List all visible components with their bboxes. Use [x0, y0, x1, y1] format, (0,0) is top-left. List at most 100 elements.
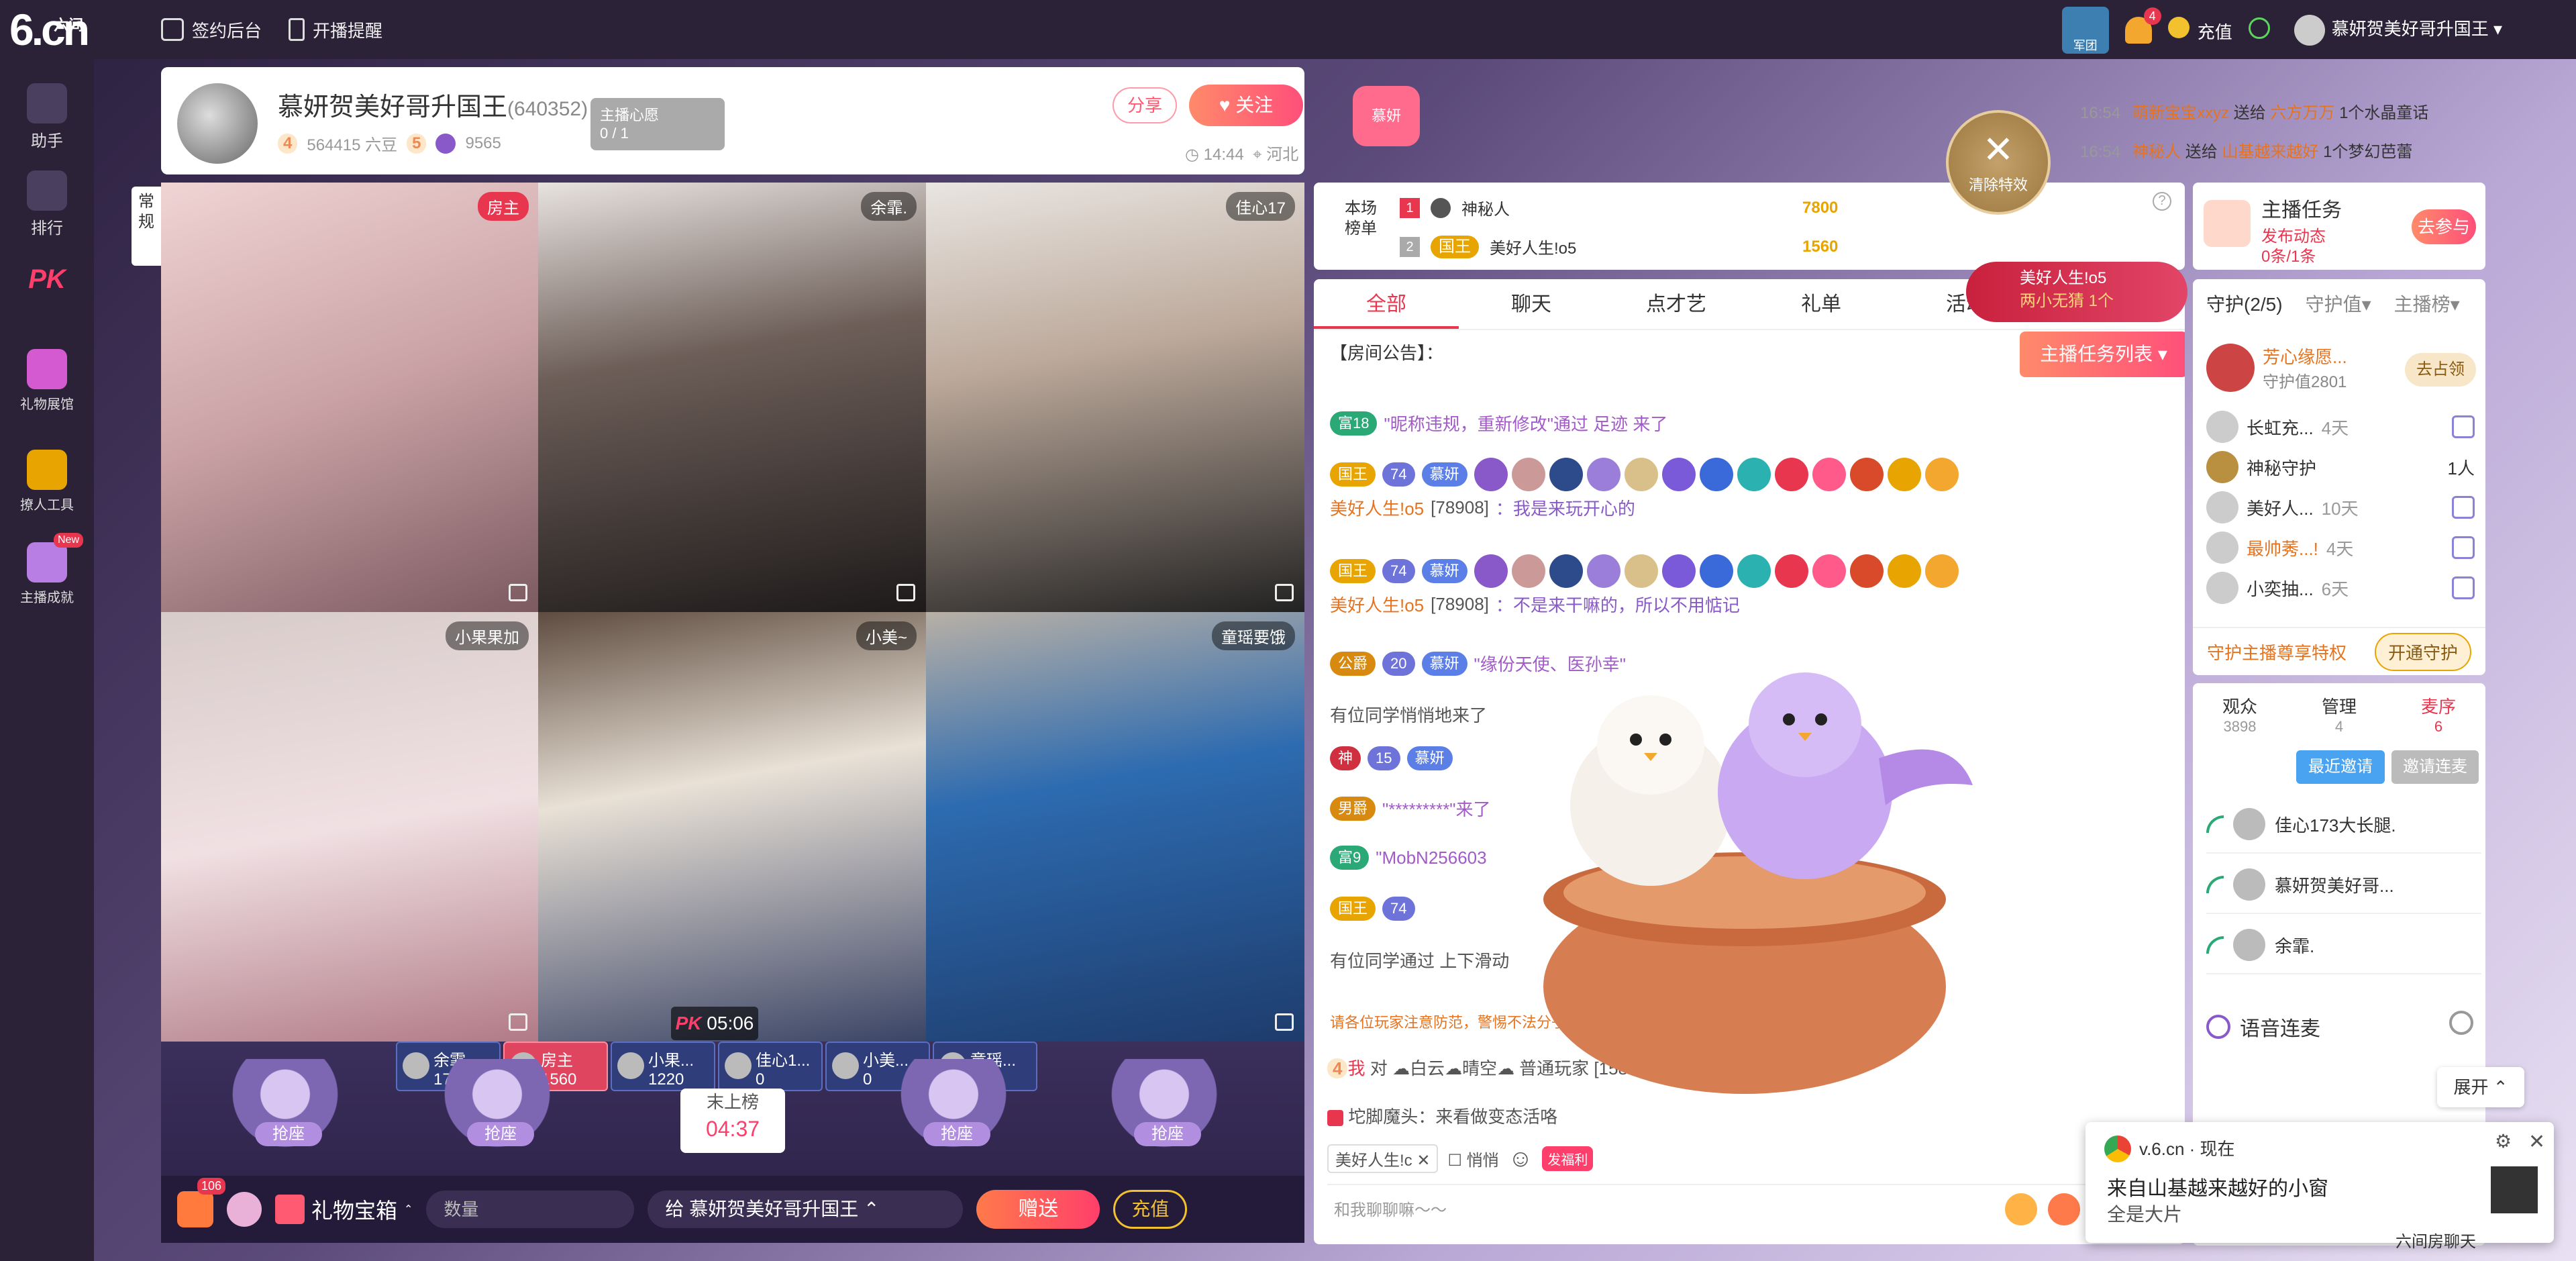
quantity-input[interactable]: 数量 — [426, 1191, 635, 1228]
share-button[interactable]: 分享 — [1113, 87, 1177, 123]
tab-chat[interactable]: 聊天 — [1459, 279, 1604, 329]
task-list-button[interactable]: 主播任务列表 ▾ — [2020, 332, 2185, 377]
tab-guard[interactable]: 守护(2/5) — [2206, 290, 2283, 317]
chat-tools: 美好人生!c ✕ ☐ 悄悄 ☺ 发福利 — [1327, 1140, 1594, 1177]
rank-row[interactable]: 1 神秘人 7800 — [1400, 196, 1838, 219]
guard-row[interactable]: 神秘守护 1人 — [2206, 451, 2475, 483]
sidebar-item-pk[interactable]: PK — [0, 264, 94, 295]
hongbao-button[interactable]: 发福利 — [1542, 1146, 1594, 1171]
guard-row[interactable]: 长虹充... 4天 — [2206, 411, 2475, 443]
gear-icon[interactable] — [2449, 1011, 2473, 1035]
volume-icon[interactable] — [509, 584, 527, 601]
chat-message: 男爵 "*********"来了 — [1330, 796, 1491, 821]
seat[interactable]: 抢座 — [1107, 1059, 1232, 1160]
rank-label[interactable]: 本场榜单 — [1341, 199, 1381, 239]
seat[interactable]: 抢座 — [896, 1059, 1021, 1160]
recharge-link[interactable]: 充值 — [2167, 17, 2232, 44]
video-cell[interactable]: 房主 — [161, 183, 538, 612]
room-header: 慕妍贺美好哥升国王(640352) 4 564415 六豆 5 9565 主播心… — [161, 67, 1420, 174]
guard-row[interactable]: 美好人... 10天 — [2206, 491, 2475, 523]
tab-talent[interactable]: 点才艺 — [1604, 279, 1749, 329]
pk-score[interactable]: 佳心1... 0 — [718, 1042, 823, 1091]
open-guard-button[interactable]: 开通守护 — [2374, 632, 2471, 671]
join-task-button[interactable]: 去参与 — [2412, 209, 2476, 244]
chat-message: 国王 74 慕妍 — [1330, 458, 1959, 491]
video-cell[interactable]: 小美~ — [538, 612, 926, 1042]
gift-box-button[interactable]: 礼物宝箱 ⌃ — [275, 1194, 413, 1225]
browser-notification[interactable]: v.6.cn · 现在 ⚙ ✕ 来自山基越来越好的小窗 全是大片 — [2085, 1122, 2554, 1243]
mic-row[interactable]: 佳心173大长腿. — [2206, 796, 2481, 854]
chat-input[interactable]: 和我聊聊嘛～～ — [1327, 1184, 2171, 1235]
rocket-icon[interactable] — [2005, 1193, 2037, 1225]
invite-mic-button[interactable]: 邀请连麦 — [2391, 750, 2479, 784]
signal-icon — [2206, 815, 2224, 833]
nav-live-reminder[interactable]: 开播提醒 — [289, 15, 382, 44]
settings-icon[interactable]: ⚙ — [2495, 1130, 2512, 1152]
pk-score[interactable]: 小果... 1220 — [611, 1042, 715, 1091]
fan-badge[interactable]: 慕妍 — [1353, 86, 1420, 146]
emoji-icon[interactable]: ☺ — [1508, 1144, 1533, 1172]
volume-icon[interactable] — [1275, 1013, 1294, 1031]
host-avatar[interactable] — [177, 83, 258, 164]
pet-icon[interactable] — [227, 1192, 262, 1227]
send-icon[interactable] — [2048, 1193, 2080, 1225]
rank-row[interactable]: 2 国王 美好人生!o5 1560 — [1400, 235, 1838, 258]
sidebar-item-achievement[interactable]: New 主播成就 — [0, 533, 94, 606]
host-name: 慕妍贺美好哥升国王(640352) — [278, 93, 588, 121]
expand-button[interactable]: 展开 ⌃ — [2437, 1067, 2524, 1107]
sidebar-item-assistant[interactable]: 助手 — [0, 83, 94, 151]
whisper-checkbox[interactable]: ☐ 悄悄 — [1447, 1147, 1498, 1170]
tab-all[interactable]: 全部 — [1314, 279, 1459, 329]
help-icon[interactable]: ? — [2153, 192, 2171, 211]
recharge-button[interactable]: 充值 — [1113, 1190, 1188, 1229]
guard-row[interactable]: 小奕抽... 6天 — [2206, 572, 2475, 604]
volume-icon[interactable] — [896, 584, 915, 601]
video-cell[interactable]: 余霏. — [538, 183, 926, 612]
bell-button[interactable]: 4 — [2124, 7, 2161, 44]
tab-mic-queue[interactable]: 麦序 6 — [2391, 697, 2485, 737]
video-cell[interactable]: 童瑶要饿 — [926, 612, 1304, 1042]
cell-tag: 余霏. — [861, 192, 917, 221]
tab-viewers[interactable]: 观众 3898 — [2193, 697, 2287, 737]
video-cell[interactable]: 佳心17 — [926, 183, 1304, 612]
mic-row[interactable]: 慕妍贺美好哥... — [2206, 856, 2481, 914]
private-chat-tab[interactable]: 六间房聊天 — [2395, 1228, 2476, 1252]
treasure-chest-icon[interactable]: 106 — [177, 1178, 225, 1227]
tool-icon — [27, 450, 67, 490]
nav-sign-backend[interactable]: 签约后台 — [161, 15, 262, 44]
follow-button[interactable]: ♥ 关注 — [1189, 85, 1303, 126]
star-level: 5 — [407, 133, 427, 154]
clear-effects-button[interactable]: ✕ 清除特效 — [1946, 110, 2051, 215]
seat[interactable]: 抢座 — [228, 1059, 353, 1160]
volume-icon[interactable] — [509, 1013, 527, 1031]
host-id: (640352) — [507, 98, 588, 120]
video-cell[interactable]: 小果果加 — [161, 612, 538, 1042]
tab-admins[interactable]: 管理 4 — [2292, 697, 2386, 737]
tab-gift-list[interactable]: 礼单 — [1749, 279, 1894, 329]
gift-promo-pill[interactable]: 美好人生!o5 两小无猜 1个 — [1966, 262, 2187, 322]
close-icon[interactable]: ✕ — [2528, 1130, 2545, 1154]
send-gift-button[interactable]: 赠送 — [976, 1190, 1100, 1229]
mode-tag[interactable]: 常规 — [132, 187, 161, 266]
sidebar-item-gift-hall[interactable]: 礼物展馆 — [0, 349, 94, 413]
recent-invite-button[interactable]: 最近邀请 — [2296, 750, 2385, 784]
seat[interactable]: 抢座 — [440, 1059, 565, 1160]
sidebar-item-tool[interactable]: 撩人工具 — [0, 450, 94, 513]
guard-row[interactable]: 最帅莠...! 4天 — [2206, 532, 2475, 564]
mic-row[interactable]: 余霏. — [2206, 917, 2481, 974]
guard-badge-icon — [2452, 536, 2475, 559]
gift-feed-item: 16:54 神秘人 送给 山基越来越好 1个梦幻芭蕾 — [2080, 143, 2413, 161]
tab-guard-value[interactable]: 守护值▾ — [2306, 290, 2371, 317]
volume-icon[interactable] — [1275, 584, 1294, 601]
occupy-button[interactable]: 去占领 — [2405, 353, 2476, 387]
anchor-wish-card[interactable]: 主播心愿 0 / 1 — [590, 98, 725, 150]
target-chip[interactable]: 美好人生!c ✕ — [1327, 1144, 1439, 1173]
user-menu[interactable]: 慕妍贺美好哥升国王 ▾ — [2294, 15, 2502, 46]
sidebar-item-ranking[interactable]: 排行 — [0, 170, 94, 238]
tab-anchor-rank[interactable]: 主播榜▾ — [2394, 290, 2460, 317]
troop-button[interactable]: 军团 — [2061, 7, 2109, 54]
site-logo[interactable]: 6.cn 六间房 — [9, 5, 97, 82]
recipient-select[interactable]: 给 慕妍贺美好哥升国王 ⌃ — [648, 1191, 964, 1228]
voice-mic[interactable]: 语音连麦 — [2206, 1012, 2320, 1042]
room-notice[interactable]: 【房间公告】： — [1330, 340, 1443, 364]
